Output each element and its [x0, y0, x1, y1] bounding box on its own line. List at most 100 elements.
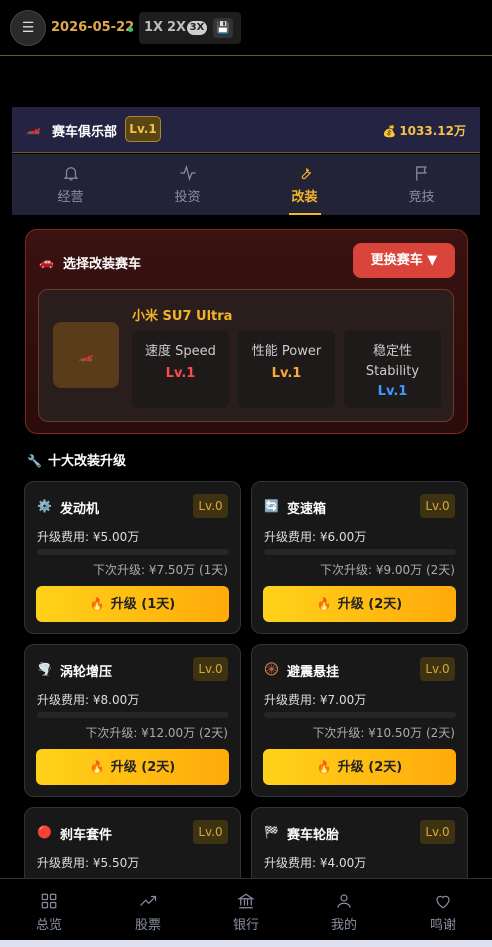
upgrade-button[interactable]: 🔥 升级 (1天) [36, 586, 229, 622]
nav-profile[interactable]: 我的 [295, 879, 393, 941]
upgrade-cost: 升级费用: ¥8.00万 [37, 693, 140, 707]
menu-icon: ☰ [21, 20, 35, 36]
checkered-flag-icon: 🏁 [264, 825, 279, 839]
status-dot [128, 27, 133, 32]
save-button[interactable]: 💾 [213, 18, 233, 38]
flame-icon: 🔥 [316, 597, 332, 611]
club-header: 🏎️ 赛车俱乐部 Lv.1 💰 1033.12万 [12, 107, 480, 153]
upgrade-cost: 升级费用: ¥5.50万 [37, 856, 140, 870]
car-card: 🏎️ 小米 SU7 Ultra 速度 Speed Lv.1 性能 Power L… [38, 289, 454, 422]
heart-icon [436, 895, 450, 909]
race-car-icon: 🏎️ [78, 348, 94, 362]
next-upgrade-cost: 下次升级: ¥10.50万 (2天) [312, 726, 455, 740]
nav-credits[interactable]: 鸣谢 [394, 879, 492, 941]
nav-label: 总览 [35, 918, 62, 933]
next-upgrade-cost: 下次升级: ¥7.50万 (1天) [92, 563, 228, 577]
upgrade-button-label: 升级 (2天) [337, 760, 403, 775]
race-car-icon: 🏎️ [26, 121, 41, 135]
stat-speed: 速度 Speed Lv.1 [132, 330, 229, 408]
bell-icon [63, 167, 78, 181]
club-level-badge: Lv.1 [125, 116, 161, 142]
car-name: 小米 SU7 Ultra [132, 309, 233, 324]
stat-label: 稳定性 Stability [365, 344, 420, 379]
upgrade-button[interactable]: 🔥 升级 (2天) [263, 586, 456, 622]
next-upgrade-cost: 下次升级: ¥12.00万 (2天) [85, 726, 228, 740]
stat-label: 性能 Power [251, 344, 322, 359]
car-icon: 🚗 [39, 255, 54, 269]
stat-value: Lv.1 [377, 384, 408, 399]
upgrade-button[interactable]: 🔥 升级 (2天) [263, 749, 456, 785]
upgrades-section-title: 🔧 十大改装升级 [27, 450, 126, 469]
upgrade-button-label: 升级 (2天) [337, 597, 403, 612]
club-title: 赛车俱乐部 [52, 125, 118, 140]
wheel-icon: 🛞 [264, 662, 279, 676]
section-title-text: 十大改装升级 [47, 454, 126, 469]
nav-label: 银行 [232, 918, 259, 933]
money-bag-icon: 💰 [382, 125, 397, 138]
upgrade-card-suspension: 🛞 避震悬挂 Lv.0 升级费用: ¥7.00万 下次升级: ¥10.50万 (… [251, 644, 468, 797]
stat-power: 性能 Power Lv.1 [238, 330, 335, 408]
upgrade-cost: 升级费用: ¥4.00万 [264, 856, 367, 870]
nav-bank[interactable]: 银行 [197, 879, 295, 941]
tab-invest[interactable]: 投资 [129, 154, 246, 215]
gear-icon: ⚙️ [37, 499, 52, 513]
speed-2x-button[interactable]: 2X [167, 20, 186, 35]
tornado-icon: 🌪️ [37, 662, 52, 676]
car-select-panel: 🚗 选择改装赛车 更换赛车 ▼ 🏎️ 小米 SU7 Ultra 速度 Speed… [25, 229, 468, 434]
tab-modify[interactable]: 改装 [246, 154, 363, 215]
nav-label: 股票 [134, 918, 161, 933]
wrench-icon [301, 168, 311, 180]
bank-icon [237, 893, 255, 909]
trending-up-icon [140, 895, 157, 906]
tab-operations[interactable]: 经营 [12, 154, 129, 215]
upgrade-button[interactable]: 🔥 升级 (2天) [36, 749, 229, 785]
upgrade-progress [37, 549, 229, 555]
next-upgrade-cost: 下次升级: ¥9.00万 (2天) [319, 563, 455, 577]
tab-label: 竞技 [408, 190, 435, 205]
change-car-button[interactable]: 更换赛车 ▼ [353, 243, 455, 278]
car-image: 🏎️ [53, 322, 119, 388]
panel-title: 选择改装赛车 [63, 257, 142, 272]
nav-stocks[interactable]: 股票 [99, 879, 197, 941]
money-display: 💰 1033.12万 [383, 122, 466, 139]
nav-label: 我的 [330, 918, 357, 933]
stat-value: Lv.1 [271, 366, 302, 381]
grid-icon [41, 893, 57, 909]
cycle-icon: 🔄 [264, 499, 279, 513]
tab-label: 经营 [57, 190, 84, 205]
game-date: 2026-05-22 [51, 20, 135, 35]
speed-controls: 1X 2X 3X 💾 [139, 12, 241, 44]
speed-1x-button[interactable]: 1X [144, 20, 163, 35]
upgrade-name: 发动机 [60, 502, 100, 517]
upgrade-level: Lv.0 [420, 657, 455, 681]
nav-overview[interactable]: 总览 [0, 879, 98, 941]
upgrade-card-gearbox: 🔄 变速箱 Lv.0 升级费用: ¥6.00万 下次升级: ¥9.00万 (2天… [251, 481, 468, 634]
upgrade-name: 变速箱 [287, 502, 327, 517]
floppy-disk-icon: 💾 [216, 21, 230, 34]
flame-icon: 🔥 [89, 760, 105, 774]
stat-label: 速度 Speed [145, 344, 216, 359]
menu-button[interactable]: ☰ [10, 10, 46, 46]
tab-compete[interactable]: 竞技 [363, 154, 480, 215]
bottom-strip [0, 940, 492, 947]
upgrade-card-engine: ⚙️ 发动机 Lv.0 升级费用: ¥5.00万 下次升级: ¥7.50万 (1… [24, 481, 241, 634]
upgrade-name: 刹车套件 [60, 828, 113, 843]
upgrade-button-label: 升级 (2天) [110, 760, 176, 775]
flame-icon: 🔥 [89, 597, 105, 611]
speed-3x-button[interactable]: 3X [187, 21, 207, 35]
tab-label: 投资 [174, 190, 201, 205]
upgrade-progress [37, 712, 229, 718]
upgrade-button-label: 升级 (1天) [110, 597, 176, 612]
upgrade-progress [264, 712, 456, 718]
upgrade-name: 避震悬挂 [287, 665, 340, 680]
money-amount: 1033.12万 [399, 124, 466, 138]
top-bar: ☰ 2026-05-22 1X 2X 3X 💾 [0, 0, 492, 56]
flag-icon [415, 166, 427, 181]
activity-icon [180, 164, 195, 182]
upgrade-name: 赛车轮胎 [287, 828, 340, 843]
upgrade-level: Lv.0 [193, 820, 228, 844]
upgrade-level: Lv.0 [420, 820, 455, 844]
upgrade-level: Lv.0 [420, 494, 455, 518]
tab-label: 改装 [291, 190, 318, 205]
upgrade-cost: 升级费用: ¥6.00万 [264, 530, 367, 544]
